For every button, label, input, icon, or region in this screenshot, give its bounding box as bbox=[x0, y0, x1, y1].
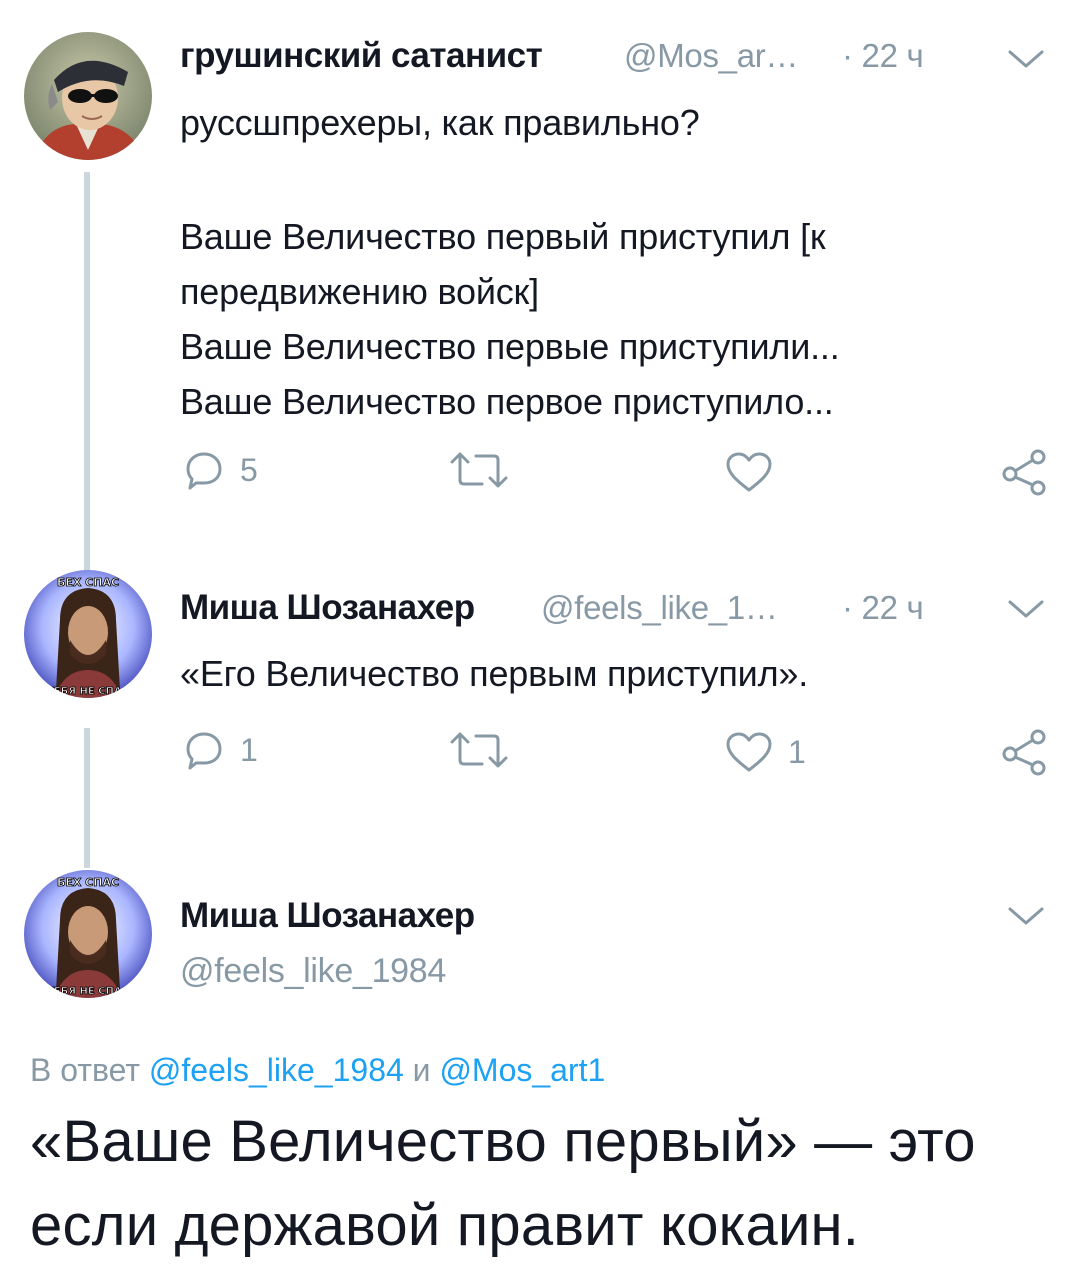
reply-count: 5 bbox=[240, 451, 258, 488]
avatar-caption-bottom: ТЕБЯ НЕ СПАС bbox=[47, 986, 129, 997]
retweet-button[interactable] bbox=[448, 450, 510, 490]
avatar-caption-top: БЕХ СПАС bbox=[57, 876, 119, 889]
heart-icon bbox=[726, 452, 772, 492]
tweet-line: передвижению войск] bbox=[180, 271, 539, 312]
avatar-image bbox=[24, 32, 152, 160]
like-count: 1 bbox=[788, 733, 806, 770]
reply-button[interactable]: 5 bbox=[182, 448, 258, 492]
tweet-line: «Ваше Величество первый» — это bbox=[30, 1109, 976, 1174]
avatar[interactable]: БЕХ СПАС ТЕБЯ НЕ СПАС bbox=[24, 870, 152, 998]
tweet-line: если державой правит кокаин. bbox=[30, 1193, 860, 1258]
share-icon bbox=[1002, 449, 1046, 496]
tweet-text: «Ваше Величество первый» — это если держ… bbox=[30, 1100, 1050, 1268]
share-button[interactable] bbox=[1000, 728, 1050, 776]
reply-context: В ответ @feels_like_1984 и @Mos_art1 bbox=[30, 1052, 605, 1089]
reply-mention-link[interactable]: @feels_like_1984 bbox=[149, 1052, 404, 1088]
share-icon bbox=[1002, 729, 1046, 776]
like-button[interactable] bbox=[724, 450, 774, 494]
chevron-down-icon[interactable] bbox=[1006, 596, 1046, 624]
reply-icon bbox=[186, 452, 222, 490]
heart-icon bbox=[726, 732, 772, 772]
tweet-line bbox=[180, 150, 1040, 205]
avatar-image: БЕХ СПАС ТЕБЯ НЕ СПАС bbox=[24, 870, 152, 998]
reply-icon bbox=[186, 732, 222, 770]
timestamp[interactable]: · 22 ч bbox=[842, 589, 924, 627]
avatar-caption-top: БЕХ СПАС bbox=[57, 576, 119, 589]
tweet-line: руссшпрехеры, как правильно? bbox=[180, 102, 700, 143]
tweet-text: «Его Величество первым приступил». bbox=[180, 653, 808, 694]
avatar-caption-bottom: ТЕБЯ НЕ СПАС bbox=[47, 686, 129, 697]
avatar[interactable] bbox=[24, 32, 152, 160]
author-name[interactable]: Миша Шозанахер bbox=[180, 896, 475, 936]
avatar[interactable]: БЕХ СПАС ТЕБЯ НЕ СПАС bbox=[24, 570, 152, 698]
retweet-icon bbox=[450, 732, 508, 768]
tweet-text: руссшпрехеры, как правильно? Ваше Величе… bbox=[180, 95, 1040, 429]
author-handle[interactable]: @feels_like_1984 bbox=[180, 952, 446, 991]
chevron-down-icon[interactable] bbox=[1006, 46, 1046, 74]
reply-count: 1 bbox=[240, 731, 258, 768]
thread-line-1 bbox=[84, 172, 90, 600]
author-name[interactable]: Миша Шозанахер bbox=[180, 588, 475, 628]
timestamp[interactable]: · 22 ч bbox=[842, 37, 924, 75]
thread-line-2 bbox=[84, 728, 90, 868]
retweet-icon bbox=[450, 452, 508, 488]
tweet-line: Ваше Величество первый приступил [к bbox=[180, 216, 826, 257]
author-handle[interactable]: @feels_like_1… bbox=[541, 589, 778, 627]
retweet-button[interactable] bbox=[448, 730, 510, 770]
tweet-line: Ваше Величество первые приступили... bbox=[180, 326, 840, 367]
author-name[interactable]: грушинский сатанист bbox=[180, 36, 543, 76]
chevron-down-icon[interactable] bbox=[1006, 903, 1046, 931]
share-button[interactable] bbox=[1000, 448, 1050, 496]
reply-mention-link[interactable]: @Mos_art1 bbox=[439, 1052, 605, 1088]
avatar-image: БЕХ СПАС ТЕБЯ НЕ СПАС bbox=[24, 570, 152, 698]
reply-button[interactable]: 1 bbox=[182, 728, 258, 772]
reply-prefix: В ответ bbox=[30, 1052, 141, 1088]
reply-and: и bbox=[412, 1052, 431, 1088]
tweet-line: Ваше Величество первое приступило... bbox=[180, 381, 834, 422]
like-button[interactable]: 1 bbox=[724, 730, 806, 774]
author-handle[interactable]: @Mos_ar… bbox=[624, 37, 798, 75]
